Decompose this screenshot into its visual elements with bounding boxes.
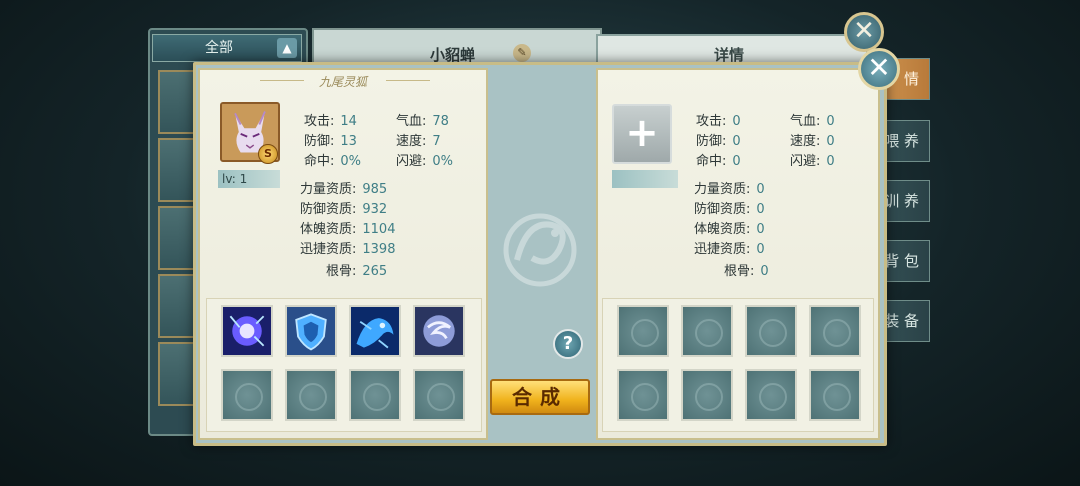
aptitude-agility: 迅捷资质: 1398: [300, 242, 396, 257]
stat-defense: 防御: 0: [696, 134, 741, 149]
aptitude-agility: 迅捷资质: 0: [694, 242, 765, 257]
wind-sphere-icon: [415, 307, 463, 355]
empty-skill-slot: [285, 369, 337, 421]
help-button[interactable]: ?: [553, 329, 583, 359]
level-label-empty: [612, 170, 678, 188]
empty-skill-slot: [413, 369, 465, 421]
stat-evasion: 闪避: 0: [790, 154, 835, 169]
aptitude-root: 根骨: 265: [326, 264, 388, 279]
close-button[interactable]: ✕: [858, 48, 900, 90]
stat-evasion: 闪避: 0%: [396, 154, 454, 169]
stat-attack: 攻击: 0: [696, 114, 741, 129]
add-pet-slot[interactable]: +: [612, 104, 672, 164]
pet-list-item[interactable]: [158, 274, 198, 338]
skill-slot-spirit-beast[interactable]: [349, 305, 401, 357]
empty-skill-slot: [349, 369, 401, 421]
empty-skill-slot: [617, 369, 669, 421]
stat-accuracy: 命中: 0%: [304, 154, 362, 169]
skill-grid: [602, 298, 874, 432]
aptitude-defense: 防御资质: 0: [694, 202, 765, 217]
lightning-orb-icon: [223, 307, 271, 355]
empty-skill-slot: [681, 369, 733, 421]
filter-tab-all[interactable]: 全部 ▲: [152, 34, 302, 62]
empty-skill-slot: [745, 305, 797, 357]
aptitude-physique: 体魄资质: 1104: [300, 222, 396, 237]
target-pet-panel: + 攻击: 0 气血: 0 防御: 0 速度: 0 命中: 0 闪避: 0 力量资质: 0 防…: [596, 68, 880, 440]
filter-tab-label: 全部: [205, 40, 233, 56]
background-close-button[interactable]: ✕: [844, 12, 884, 52]
pet-list-item[interactable]: [158, 342, 198, 406]
stat-speed: 速度: 7: [396, 134, 441, 149]
skill-grid: [206, 298, 482, 432]
spirit-beast-icon: [351, 307, 399, 355]
stat-speed: 速度: 0: [790, 134, 835, 149]
plus-icon: +: [625, 110, 659, 156]
pet-list-item[interactable]: [158, 138, 198, 202]
aptitude-strength: 力量资质: 0: [694, 182, 765, 197]
pet-species-title: 九尾灵狐: [318, 75, 367, 89]
grade-badge: S: [258, 144, 278, 164]
stat-hp: 气血: 78: [396, 114, 449, 129]
dragon-emblem-icon: [503, 213, 577, 287]
skill-slot-shield[interactable]: [285, 305, 337, 357]
aptitude-defense: 防御资质: 932: [300, 202, 388, 217]
empty-skill-slot: [745, 369, 797, 421]
aptitude-root: 根骨: 0: [724, 264, 769, 279]
chevron-up-icon[interactable]: ▲: [277, 38, 297, 58]
shield-icon: [287, 307, 335, 355]
stat-hp: 气血: 0: [790, 114, 835, 129]
stat-accuracy: 命中: 0: [696, 154, 741, 169]
aptitude-strength: 力量资质: 985: [300, 182, 388, 197]
source-pet-panel: 九尾灵狐 S lv: 1 攻击: 14 气血: 78 防御: 13 速度: 7 命中: 0…: [198, 68, 488, 440]
empty-skill-slot: [221, 369, 273, 421]
skill-slot-lightning-orb[interactable]: [221, 305, 273, 357]
empty-skill-slot: [681, 305, 733, 357]
empty-skill-slot: [809, 369, 861, 421]
pet-list-item[interactable]: [158, 70, 198, 134]
aptitude-physique: 体魄资质: 0: [694, 222, 765, 237]
empty-skill-slot: [617, 305, 669, 357]
stat-attack: 攻击: 14: [304, 114, 357, 129]
edit-icon[interactable]: ✎: [513, 44, 531, 62]
skill-slot-wind-sphere[interactable]: [413, 305, 465, 357]
stat-defense: 防御: 13: [304, 134, 357, 149]
pet-list-item[interactable]: [158, 206, 198, 270]
combine-button[interactable]: 合成: [490, 379, 590, 415]
empty-skill-slot: [809, 305, 861, 357]
level-label: lv: 1: [218, 170, 280, 188]
